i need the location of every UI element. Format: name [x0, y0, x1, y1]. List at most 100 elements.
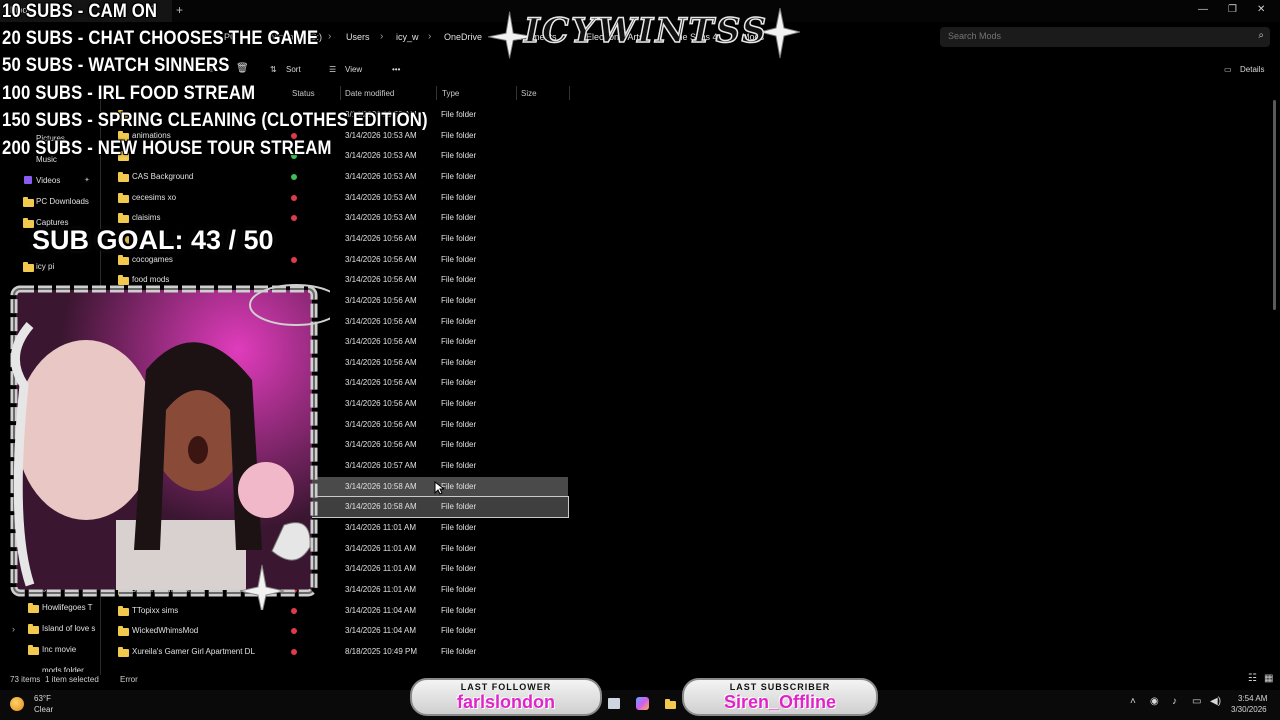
file-date-modified: 3/14/2026 10:53 AM [345, 193, 417, 202]
file-row[interactable]: 3/14/2026 10:56 AM File folder [312, 394, 568, 414]
file-date-modified: 3/14/2026 10:53 AM [345, 213, 417, 222]
file-date-modified: 3/14/2026 11:01 AM [345, 544, 417, 553]
folder-icon [23, 197, 34, 207]
item-count: 73 items [10, 675, 41, 684]
file-row[interactable]: 3/14/2026 10:56 AM File folder [312, 270, 568, 290]
sidebar-item-mods-folder[interactable]: mods folder [42, 666, 84, 672]
file-date-modified: 3/14/2026 10:53 AM [345, 131, 417, 140]
selection-count: 1 item selected [45, 675, 99, 684]
file-row[interactable]: 3/14/2026 11:04 AM File folder [312, 601, 568, 621]
last-follower-label: LAST FOLLOWER [460, 682, 552, 692]
file-type: File folder [441, 461, 477, 470]
last-subscriber-name: Siren_Offline [723, 692, 837, 712]
file-row[interactable]: 3/14/2026 10:53 AM File folder [312, 208, 568, 228]
sync-error-icon [291, 257, 297, 263]
file-date-modified: 3/14/2026 10:56 AM [345, 275, 417, 284]
goal-line: 150 SUBS - SPRING CLEANING (CLOTHES EDIT… [2, 110, 428, 131]
file-type: File folder [441, 502, 477, 511]
goal-line: 10 SUBS - CAM ON [2, 1, 158, 22]
file-type: File folder [441, 358, 477, 367]
file-row[interactable]: 3/14/2026 11:01 AM File folder [312, 518, 568, 538]
weather-temperature[interactable]: 63°F [34, 694, 51, 703]
logo-text: ICYWINTSS [523, 10, 769, 52]
file-type: File folder [441, 378, 477, 387]
file-row[interactable]: 3/14/2026 10:58 AM File folder [311, 496, 569, 518]
chain-frame-art [10, 284, 330, 610]
weather-condition[interactable]: Clear [34, 705, 53, 714]
folder-taskbar-icon[interactable] [665, 699, 676, 709]
scrollbar-thumb[interactable] [1273, 100, 1276, 310]
file-type: File folder [441, 234, 477, 243]
tray-app-icon[interactable]: ◉ [1150, 696, 1159, 707]
file-row[interactable]: 3/14/2026 10:56 AM File folder [312, 415, 568, 435]
file-type: File folder [441, 420, 477, 429]
network-icon[interactable]: ▭ [1192, 696, 1201, 707]
file-type: File folder [441, 213, 477, 222]
file-row[interactable]: 3/14/2026 11:04 AM File folder [312, 621, 568, 641]
file-date-modified: 3/14/2026 11:01 AM [345, 585, 417, 594]
file-row[interactable]: 3/14/2026 10:56 AM File folder [312, 332, 568, 352]
pin-icon: ✦ [84, 177, 90, 184]
file-date-modified: 8/18/2025 10:49 PM [345, 647, 418, 656]
file-date-modified: 3/14/2026 10:56 AM [345, 296, 417, 305]
sync-ok-icon [291, 174, 297, 180]
file-type: File folder [441, 110, 477, 119]
microphone-icon[interactable]: ♪ [1172, 696, 1177, 707]
chevron-up-icon[interactable]: ˄ [1130, 696, 1136, 707]
videos-icon [24, 176, 32, 184]
file-type: File folder [441, 399, 477, 408]
sidebar-item-videos[interactable]: Videos [36, 176, 60, 185]
file-row[interactable]: 3/14/2026 10:56 AM File folder [312, 229, 568, 249]
file-row[interactable]: 3/14/2026 10:56 AM File folder [312, 291, 568, 311]
file-explorer-taskbar-icon[interactable] [608, 698, 620, 709]
file-name[interactable]: CAS Background [132, 172, 193, 181]
file-date-modified: 3/14/2026 10:53 AM [345, 172, 417, 181]
folder-icon [118, 626, 129, 636]
expand-chevron-icon[interactable]: › [12, 624, 15, 634]
last-subscriber-label: LAST SUBSCRIBER [729, 682, 831, 692]
sidebar-item-inc-movie[interactable]: Inc movie [42, 645, 76, 654]
file-row[interactable]: 3/14/2026 10:53 AM File folder [312, 167, 568, 187]
file-row[interactable]: 3/14/2026 11:01 AM File folder [312, 559, 568, 579]
file-row[interactable]: 3/14/2026 10:57 AM File folder [312, 456, 568, 476]
file-row[interactable]: 3/14/2026 10:53 AM File folder [312, 188, 568, 208]
file-type: File folder [441, 255, 477, 264]
file-row[interactable]: 3/14/2026 10:56 AM File folder [312, 250, 568, 270]
file-row[interactable]: 3/14/2026 10:56 AM File folder [312, 373, 568, 393]
tiles-view-icon[interactable]: ▦ [1264, 673, 1273, 684]
file-name[interactable]: cocogames [132, 255, 173, 264]
folder-icon [118, 193, 129, 203]
file-row[interactable]: 3/14/2026 10:56 AM File folder [312, 353, 568, 373]
file-row[interactable]: 3/14/2026 10:56 AM File folder [312, 312, 568, 332]
file-type: File folder [441, 172, 477, 181]
sidebar-item-island-of-love[interactable]: Island of love s [42, 624, 95, 633]
file-row[interactable]: 3/14/2026 11:01 AM File folder [312, 580, 568, 600]
goal-line: 100 SUBS - IRL FOOD STREAM [2, 83, 256, 104]
volume-icon[interactable]: ◀) [1210, 696, 1221, 707]
stream-logo: ICYWINTSS [487, 7, 801, 60]
clock-time[interactable]: 3:54 AM [1238, 694, 1267, 703]
copilot-taskbar-icon[interactable] [636, 697, 649, 710]
file-name[interactable]: Xureila's Gamer Girl Apartment DL [132, 647, 255, 656]
sidebar-item-pc-downloads[interactable]: PC Downloads [36, 197, 89, 206]
folder-icon [28, 645, 39, 655]
clock-date[interactable]: 3/30/2026 [1231, 705, 1267, 714]
file-row[interactable]: 8/18/2025 10:49 PM File folder [312, 642, 568, 662]
file-type: File folder [441, 647, 477, 656]
sub-goal-counter: SUB GOAL: 43 / 50 [32, 225, 274, 255]
file-type: File folder [441, 544, 477, 553]
file-date-modified: 3/14/2026 11:01 AM [345, 564, 417, 573]
file-row[interactable]: 3/14/2026 10:53 AM File folder [312, 146, 568, 166]
file-date-modified: 3/14/2026 11:04 AM [345, 606, 417, 615]
sync-error-icon [291, 628, 297, 634]
file-name[interactable]: claisims [132, 213, 160, 222]
file-row[interactable]: 3/14/2026 10:56 AM File folder [312, 435, 568, 455]
folder-icon [118, 213, 129, 223]
folder-icon [118, 255, 129, 265]
details-view-icon[interactable]: ☷ [1248, 673, 1257, 684]
file-name[interactable]: WickedWhimsMod [132, 626, 198, 635]
file-date-modified: 3/14/2026 10:56 AM [345, 440, 417, 449]
file-row[interactable]: 3/14/2026 11:01 AM File folder [312, 539, 568, 559]
file-name[interactable]: cecesims xo [132, 193, 176, 202]
file-date-modified: 3/14/2026 10:56 AM [345, 420, 417, 429]
